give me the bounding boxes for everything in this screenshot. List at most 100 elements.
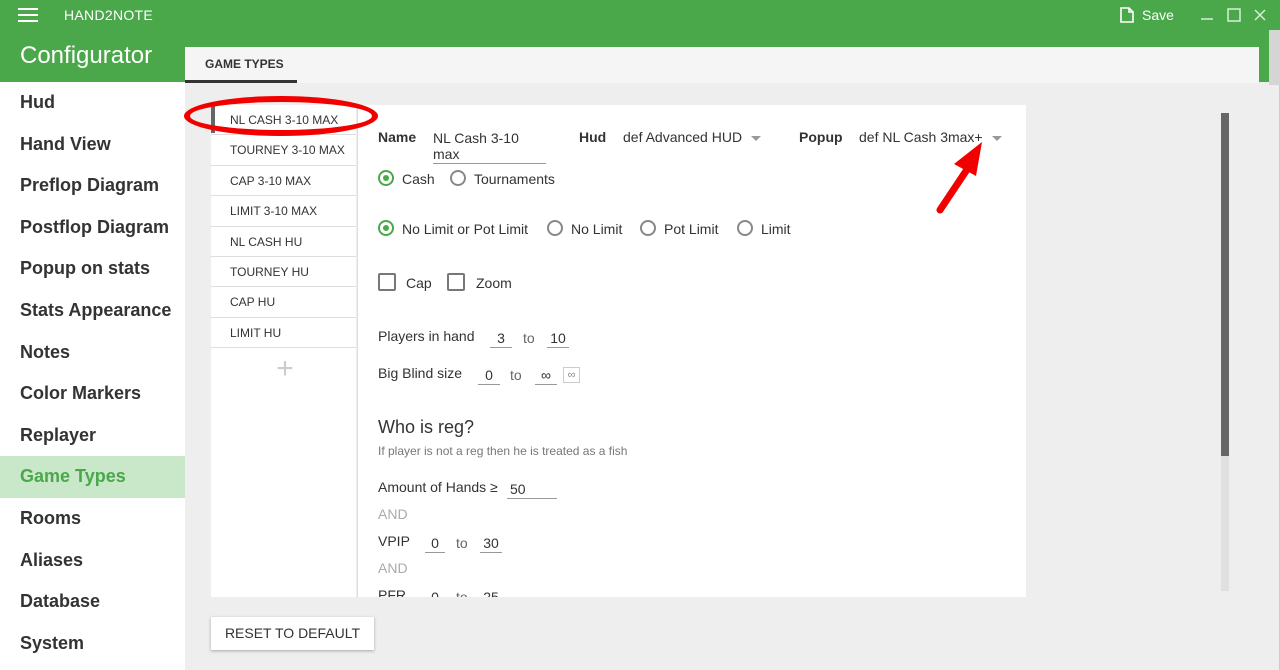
reg-subtitle: If player is not a reg then he is treate…: [378, 444, 628, 458]
tab-bar: GAME TYPES: [185, 47, 1259, 83]
list-item[interactable]: TOURNEY HU: [211, 257, 356, 288]
radio-no-limit-label: No Limit: [571, 221, 623, 237]
to-label: to: [456, 535, 468, 551]
to-label: to: [456, 589, 468, 597]
page-title: Configurator: [0, 30, 185, 82]
list-item[interactable]: CAP HU: [211, 287, 356, 318]
game-type-label: TOURNEY HU: [230, 265, 309, 279]
bb-from-input[interactable]: 0: [478, 367, 500, 385]
radio-pot-limit-label: Pot Limit: [664, 221, 719, 237]
game-type-label: TOURNEY 3-10 MAX: [230, 143, 345, 158]
game-type-label: NL CASH 3-10 MAX: [230, 113, 339, 127]
scrollbar[interactable]: [1221, 113, 1229, 591]
sidebar-item-replayer[interactable]: Replayer: [0, 415, 185, 457]
vpip-to-input[interactable]: 30: [480, 535, 502, 553]
pfr-to-input[interactable]: 25: [480, 589, 502, 597]
selected-indicator: [211, 105, 215, 133]
sidebar: Hud Hand View Preflop Diagram Postflop D…: [0, 82, 185, 670]
reg-title: Who is reg?: [378, 417, 475, 437]
sidebar-item-game-types[interactable]: Game Types: [0, 456, 185, 498]
list-item[interactable]: NL CASH HU: [211, 227, 356, 257]
list-item[interactable]: LIMIT 3-10 MAX: [211, 196, 356, 227]
scrollbar-thumb[interactable]: [1221, 113, 1229, 456]
add-game-type-button[interactable]: +: [274, 354, 296, 384]
sidebar-item-postflop-diagram[interactable]: Postflop Diagram: [0, 207, 185, 249]
reset-to-default-button[interactable]: RESET TO DEFAULT: [211, 617, 374, 650]
radio-limit-label: Limit: [761, 221, 791, 237]
sidebar-item-preflop-diagram[interactable]: Preflop Diagram: [0, 165, 185, 207]
players-in-hand-label: Players in hand: [378, 328, 475, 344]
vpip-label: VPIP: [378, 533, 410, 549]
hud-dropdown[interactable]: def Advanced HUD: [623, 129, 762, 145]
chevron-down-icon: [751, 135, 762, 141]
game-type-label: CAP HU: [230, 295, 276, 310]
name-input[interactable]: NL Cash 3-10 max: [433, 130, 546, 164]
to-label: to: [523, 330, 535, 346]
hud-label: Hud: [579, 129, 607, 145]
cap-label: Cap: [406, 275, 432, 291]
game-type-label: CAP 3-10 MAX: [230, 173, 312, 188]
sidebar-item-notes[interactable]: Notes: [0, 332, 185, 374]
bb-to-input[interactable]: ∞: [535, 367, 557, 385]
sidebar-item-color-markers[interactable]: Color Markers: [0, 373, 185, 415]
game-types-list: NL CASH 3-10 MAX TOURNEY 3-10 MAX CAP 3-…: [211, 105, 356, 597]
hands-label: Amount of Hands ≥: [378, 479, 498, 495]
maximize-icon[interactable]: [1226, 7, 1242, 23]
popup-dropdown[interactable]: def NL Cash 3max+: [859, 129, 1002, 145]
sidebar-item-aliases[interactable]: Aliases: [0, 540, 185, 582]
list-item[interactable]: CAP 3-10 MAX: [211, 166, 356, 197]
pfr-from-input[interactable]: 0: [425, 589, 445, 597]
players-to-input[interactable]: 10: [547, 330, 569, 348]
list-item[interactable]: TOURNEY 3-10 MAX: [211, 135, 356, 166]
radio-nl-or-pl[interactable]: [378, 220, 394, 236]
and-label: AND: [378, 560, 408, 576]
sidebar-item-popup-on-stats[interactable]: Popup on stats: [0, 248, 185, 290]
app-title: HAND2NOTE: [64, 7, 154, 23]
radio-tournaments-label: Tournaments: [474, 171, 555, 187]
sidebar-item-system[interactable]: System: [0, 623, 185, 665]
sidebar-item-stats-appearance[interactable]: Stats Appearance: [0, 290, 185, 332]
cap-checkbox[interactable]: [378, 273, 396, 291]
name-label: Name: [378, 129, 417, 145]
radio-limit[interactable]: [737, 220, 753, 236]
radio-pot-limit[interactable]: [640, 220, 656, 236]
infinity-button[interactable]: ∞: [563, 367, 580, 383]
to-label: to: [510, 367, 522, 383]
sidebar-item-hand-view[interactable]: Hand View: [0, 124, 185, 166]
tab-game-types[interactable]: GAME TYPES: [185, 47, 297, 83]
list-item[interactable]: NL CASH 3-10 MAX: [211, 105, 356, 136]
big-blind-label: Big Blind size: [378, 365, 463, 381]
sidebar-item-rooms[interactable]: Rooms: [0, 498, 185, 540]
zoom-checkbox[interactable]: [447, 273, 465, 291]
sidebar-item-database[interactable]: Database: [0, 581, 185, 623]
sidebar-item-hud[interactable]: Hud: [0, 82, 185, 124]
players-from-input[interactable]: 3: [490, 330, 512, 348]
document-icon: [1120, 7, 1134, 23]
radio-cash[interactable]: [378, 170, 394, 186]
and-label: AND: [378, 506, 408, 522]
radio-no-limit[interactable]: [547, 220, 563, 236]
window-scrollbar[interactable]: [1269, 30, 1280, 85]
save-label: Save: [1142, 7, 1174, 23]
list-item[interactable]: LIMIT HU: [211, 318, 356, 349]
game-type-form: Name NL Cash 3-10 max Hud def Advanced H…: [357, 105, 1026, 597]
menu-icon[interactable]: [18, 8, 38, 22]
game-type-label: LIMIT HU: [230, 325, 282, 340]
hands-input[interactable]: 50: [507, 481, 557, 499]
radio-cash-label: Cash: [402, 171, 435, 187]
game-type-label: LIMIT 3-10 MAX: [230, 204, 318, 219]
radio-nl-or-pl-label: No Limit or Pot Limit: [402, 221, 529, 237]
game-type-label: NL CASH HU: [230, 234, 303, 249]
close-icon[interactable]: [1252, 7, 1268, 23]
hud-value: def Advanced HUD: [623, 129, 743, 145]
minimize-icon[interactable]: [1199, 7, 1215, 23]
popup-value: def NL Cash 3max+: [859, 129, 983, 145]
popup-label: Popup: [799, 129, 843, 145]
save-button[interactable]: Save: [1120, 5, 1174, 25]
vpip-from-input[interactable]: 0: [425, 535, 445, 553]
title-bar: HAND2NOTE Save: [0, 0, 1280, 30]
radio-tournaments[interactable]: [450, 170, 466, 186]
chevron-down-icon: [991, 135, 1002, 141]
pfr-label: PFR: [378, 587, 406, 597]
zoom-label: Zoom: [476, 275, 512, 291]
